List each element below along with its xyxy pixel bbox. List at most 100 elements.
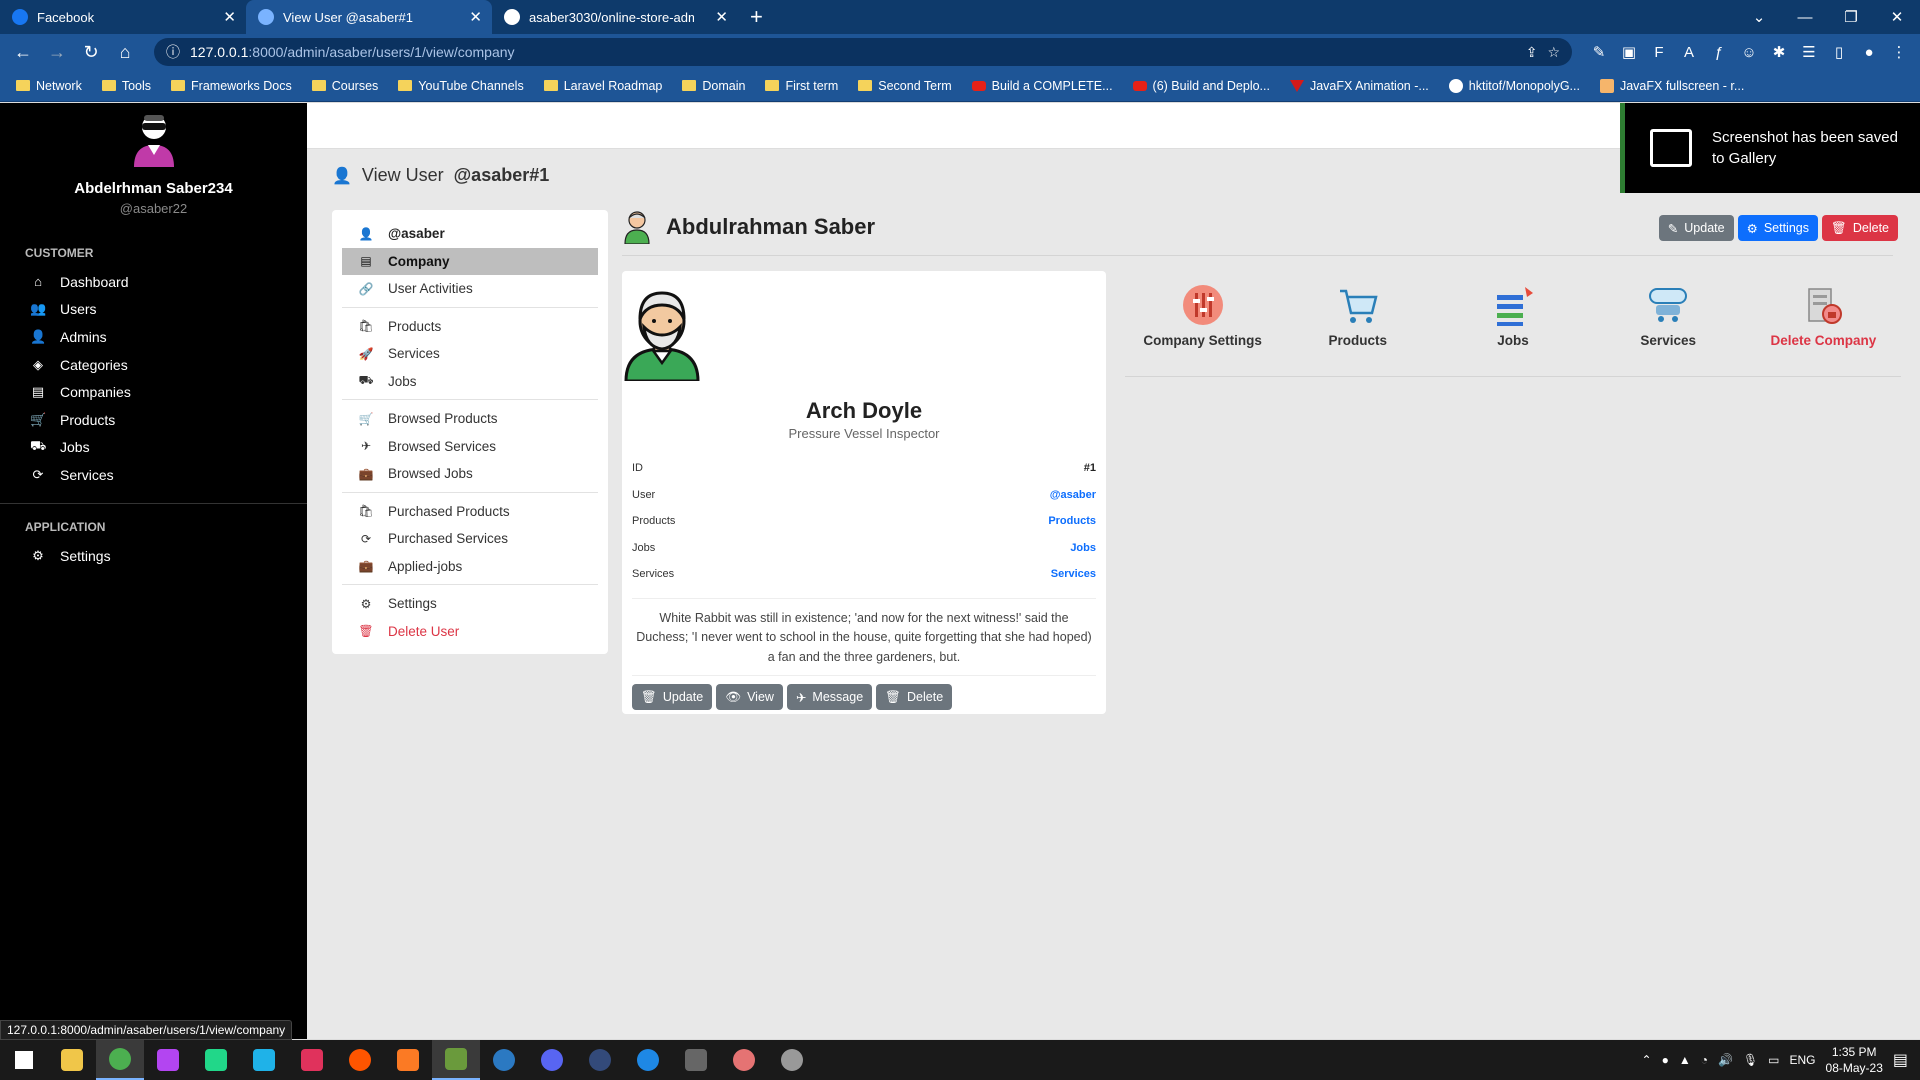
menu-item-settings[interactable]: ⚙ Settings — [342, 590, 598, 618]
bookmark-item[interactable]: Network — [8, 79, 90, 93]
sidebar-item-dashboard[interactable]: ⌂ Dashboard — [0, 268, 307, 296]
bookmark-item[interactable]: JavaFX Animation -... — [1282, 79, 1437, 93]
bookmark-item[interactable]: Build a COMPLETE... — [964, 79, 1121, 93]
delete-user-button[interactable]: 🗑 Delete — [1821, 215, 1898, 241]
site-info-icon[interactable]: ⓘ — [166, 42, 180, 62]
extension-font-icon[interactable]: A — [1676, 44, 1702, 61]
app-blue-icon[interactable] — [624, 1040, 672, 1080]
menu-kebab-icon[interactable]: ⋮ — [1886, 43, 1912, 61]
extension-box-icon[interactable]: ▣ — [1616, 43, 1642, 61]
shortcut-delete-company[interactable]: Delete Company — [1746, 271, 1901, 376]
bookmark-item[interactable]: Courses — [304, 79, 387, 93]
sidebar-item-admins[interactable]: 👤 Admins — [0, 323, 307, 351]
tray-app-icon[interactable]: ● — [1662, 1053, 1669, 1067]
close-icon[interactable]: ✕ — [469, 8, 482, 26]
side-panel-icon[interactable]: ▯ — [1826, 43, 1852, 61]
sidebar-item-products[interactable]: 🛒 Products — [0, 406, 307, 434]
sidebar-item-services[interactable]: ⟳ Services — [0, 461, 307, 489]
volume-icon[interactable]: 🔊 — [1718, 1053, 1733, 1067]
browser-tab-facebook[interactable]: Facebook ✕ — [0, 0, 246, 34]
detail-link[interactable]: @asaber — [1050, 489, 1096, 501]
chevron-up-icon[interactable]: ⌃ — [1642, 1053, 1652, 1067]
clock[interactable]: 1:35 PM 08-May-23 — [1826, 1044, 1883, 1076]
menu-item-delete-user[interactable]: 🗑 Delete User — [342, 618, 598, 646]
sidebar-item-jobs[interactable]: ⛟ Jobs — [0, 434, 307, 462]
bookmark-item[interactable]: hktitof/MonopolyG... — [1441, 78, 1588, 93]
update-company-button[interactable]: 🗑 Update — [632, 684, 713, 710]
microphone-icon[interactable]: 🎙 — [1743, 1053, 1758, 1067]
sidebar-item-companies[interactable]: ▤ Companies — [0, 378, 307, 406]
menu-item-purchased-services[interactable]: ⟳ Purchased Services — [342, 525, 598, 553]
menu-item-services[interactable]: 🚀 Services — [342, 340, 598, 368]
new-tab-button[interactable]: + — [738, 0, 775, 34]
pycharm-icon[interactable] — [192, 1040, 240, 1080]
sidebar-item-users[interactable]: 👥 Users — [0, 296, 307, 324]
bookmark-item[interactable]: YouTube Channels — [390, 79, 531, 93]
scene-builder-icon[interactable] — [432, 1040, 480, 1080]
delete-company-card-button[interactable]: 🗑 Delete — [876, 684, 953, 710]
app-circle-icon[interactable] — [480, 1040, 528, 1080]
sidebar-item-categories[interactable]: ◈ Categories — [0, 351, 307, 379]
menu-item-products[interactable]: 🛍 Products — [342, 313, 598, 341]
display-icon[interactable]: ▭ — [1768, 1053, 1779, 1067]
extension-pen-icon[interactable]: ✎ — [1586, 43, 1612, 61]
menu-item-browsed-jobs[interactable]: 💼 Browsed Jobs — [342, 460, 598, 488]
minimize-button[interactable]: — — [1782, 0, 1828, 34]
menu-item-browsed-products[interactable]: 🛒 Browsed Products — [342, 405, 598, 433]
detail-link[interactable]: Jobs — [1070, 542, 1096, 554]
chrome-icon[interactable] — [96, 1040, 144, 1080]
close-window-button[interactable]: ✕ — [1874, 0, 1920, 34]
reload-icon[interactable]: ↻ — [76, 42, 106, 63]
notifications-icon[interactable]: ▤ — [1893, 1050, 1908, 1070]
language-indicator[interactable]: ENG — [1790, 1053, 1816, 1067]
menu-item-jobs[interactable]: ⛟ Jobs — [342, 368, 598, 396]
bookmark-item[interactable]: JavaFX fullscreen - r... — [1592, 78, 1752, 93]
user-settings-button[interactable]: ⚙ Settings — [1737, 215, 1818, 241]
discord-icon[interactable] — [528, 1040, 576, 1080]
app-brain-icon[interactable] — [720, 1040, 768, 1080]
message-button[interactable]: ✈ Message — [786, 684, 873, 710]
extension-f-icon[interactable]: F — [1646, 44, 1672, 61]
restore-button[interactable]: ❐ — [1828, 0, 1874, 34]
share-icon[interactable]: ⇪ — [1526, 44, 1538, 61]
shortcut-products[interactable]: Products — [1280, 271, 1435, 376]
bookmark-item[interactable]: Domain — [674, 79, 753, 93]
reading-list-icon[interactable]: ☰ — [1796, 43, 1822, 61]
phpstorm-icon[interactable] — [144, 1040, 192, 1080]
menu-item--asaber[interactable]: 👤 @asaber — [342, 220, 598, 248]
shortcut-services[interactable]: Services — [1591, 271, 1746, 376]
menu-item-applied-jobs[interactable]: 💼 Applied-jobs — [342, 553, 598, 581]
sidebar-item-settings[interactable]: ⚙ Settings — [0, 542, 307, 570]
soundcloud-icon[interactable] — [336, 1040, 384, 1080]
menu-item-company[interactable]: ▤ Company — [342, 247, 598, 275]
bookmark-item[interactable]: Frameworks Docs — [163, 79, 300, 93]
network-icon[interactable]: ◔ — [1701, 1053, 1708, 1067]
tab-search-icon[interactable]: ⌄ — [1736, 0, 1782, 34]
extensions-puzzle-icon[interactable]: ✱ — [1766, 43, 1792, 61]
shortcut-jobs[interactable]: Jobs — [1435, 271, 1590, 376]
browser-tab-view-user[interactable]: View User @asaber#1 ✕ — [246, 0, 492, 34]
update-user-button[interactable]: ✎ Update — [1658, 215, 1734, 241]
nvidia-icon[interactable]: ▲ — [1679, 1053, 1691, 1067]
bookmark-item[interactable]: Laravel Roadmap — [536, 79, 671, 93]
bookmark-item[interactable]: First term — [757, 79, 846, 93]
app-dark-icon[interactable] — [576, 1040, 624, 1080]
back-icon[interactable]: ← — [8, 42, 38, 63]
bookmark-item[interactable]: (6) Build and Deplo... — [1125, 79, 1278, 93]
app-orbit-icon[interactable] — [768, 1040, 816, 1080]
bookmark-item[interactable]: Second Term — [850, 79, 959, 93]
extension-face-icon[interactable]: ☺ — [1736, 44, 1762, 61]
start-button[interactable] — [0, 1040, 48, 1080]
bookmark-item[interactable]: Tools — [94, 79, 159, 93]
address-bar[interactable]: ⓘ 127.0.0.1:8000/admin/asaber/users/1/vi… — [154, 38, 1572, 66]
file-explorer-icon[interactable] — [48, 1040, 96, 1080]
view-company-button[interactable]: 👁 View — [716, 684, 783, 710]
menu-item-purchased-products[interactable]: 🛍 Purchased Products — [342, 498, 598, 526]
detail-link[interactable]: Services — [1051, 568, 1096, 580]
browser-tab-github[interactable]: asaber3030/online-store-admin- ✕ — [492, 0, 738, 34]
spider-icon[interactable] — [672, 1040, 720, 1080]
shortcut-company-settings[interactable]: Company Settings — [1125, 271, 1280, 376]
close-icon[interactable]: ✕ — [223, 8, 236, 26]
menu-item-browsed-services[interactable]: ✈ Browsed Services — [342, 433, 598, 461]
close-icon[interactable]: ✕ — [715, 8, 728, 26]
